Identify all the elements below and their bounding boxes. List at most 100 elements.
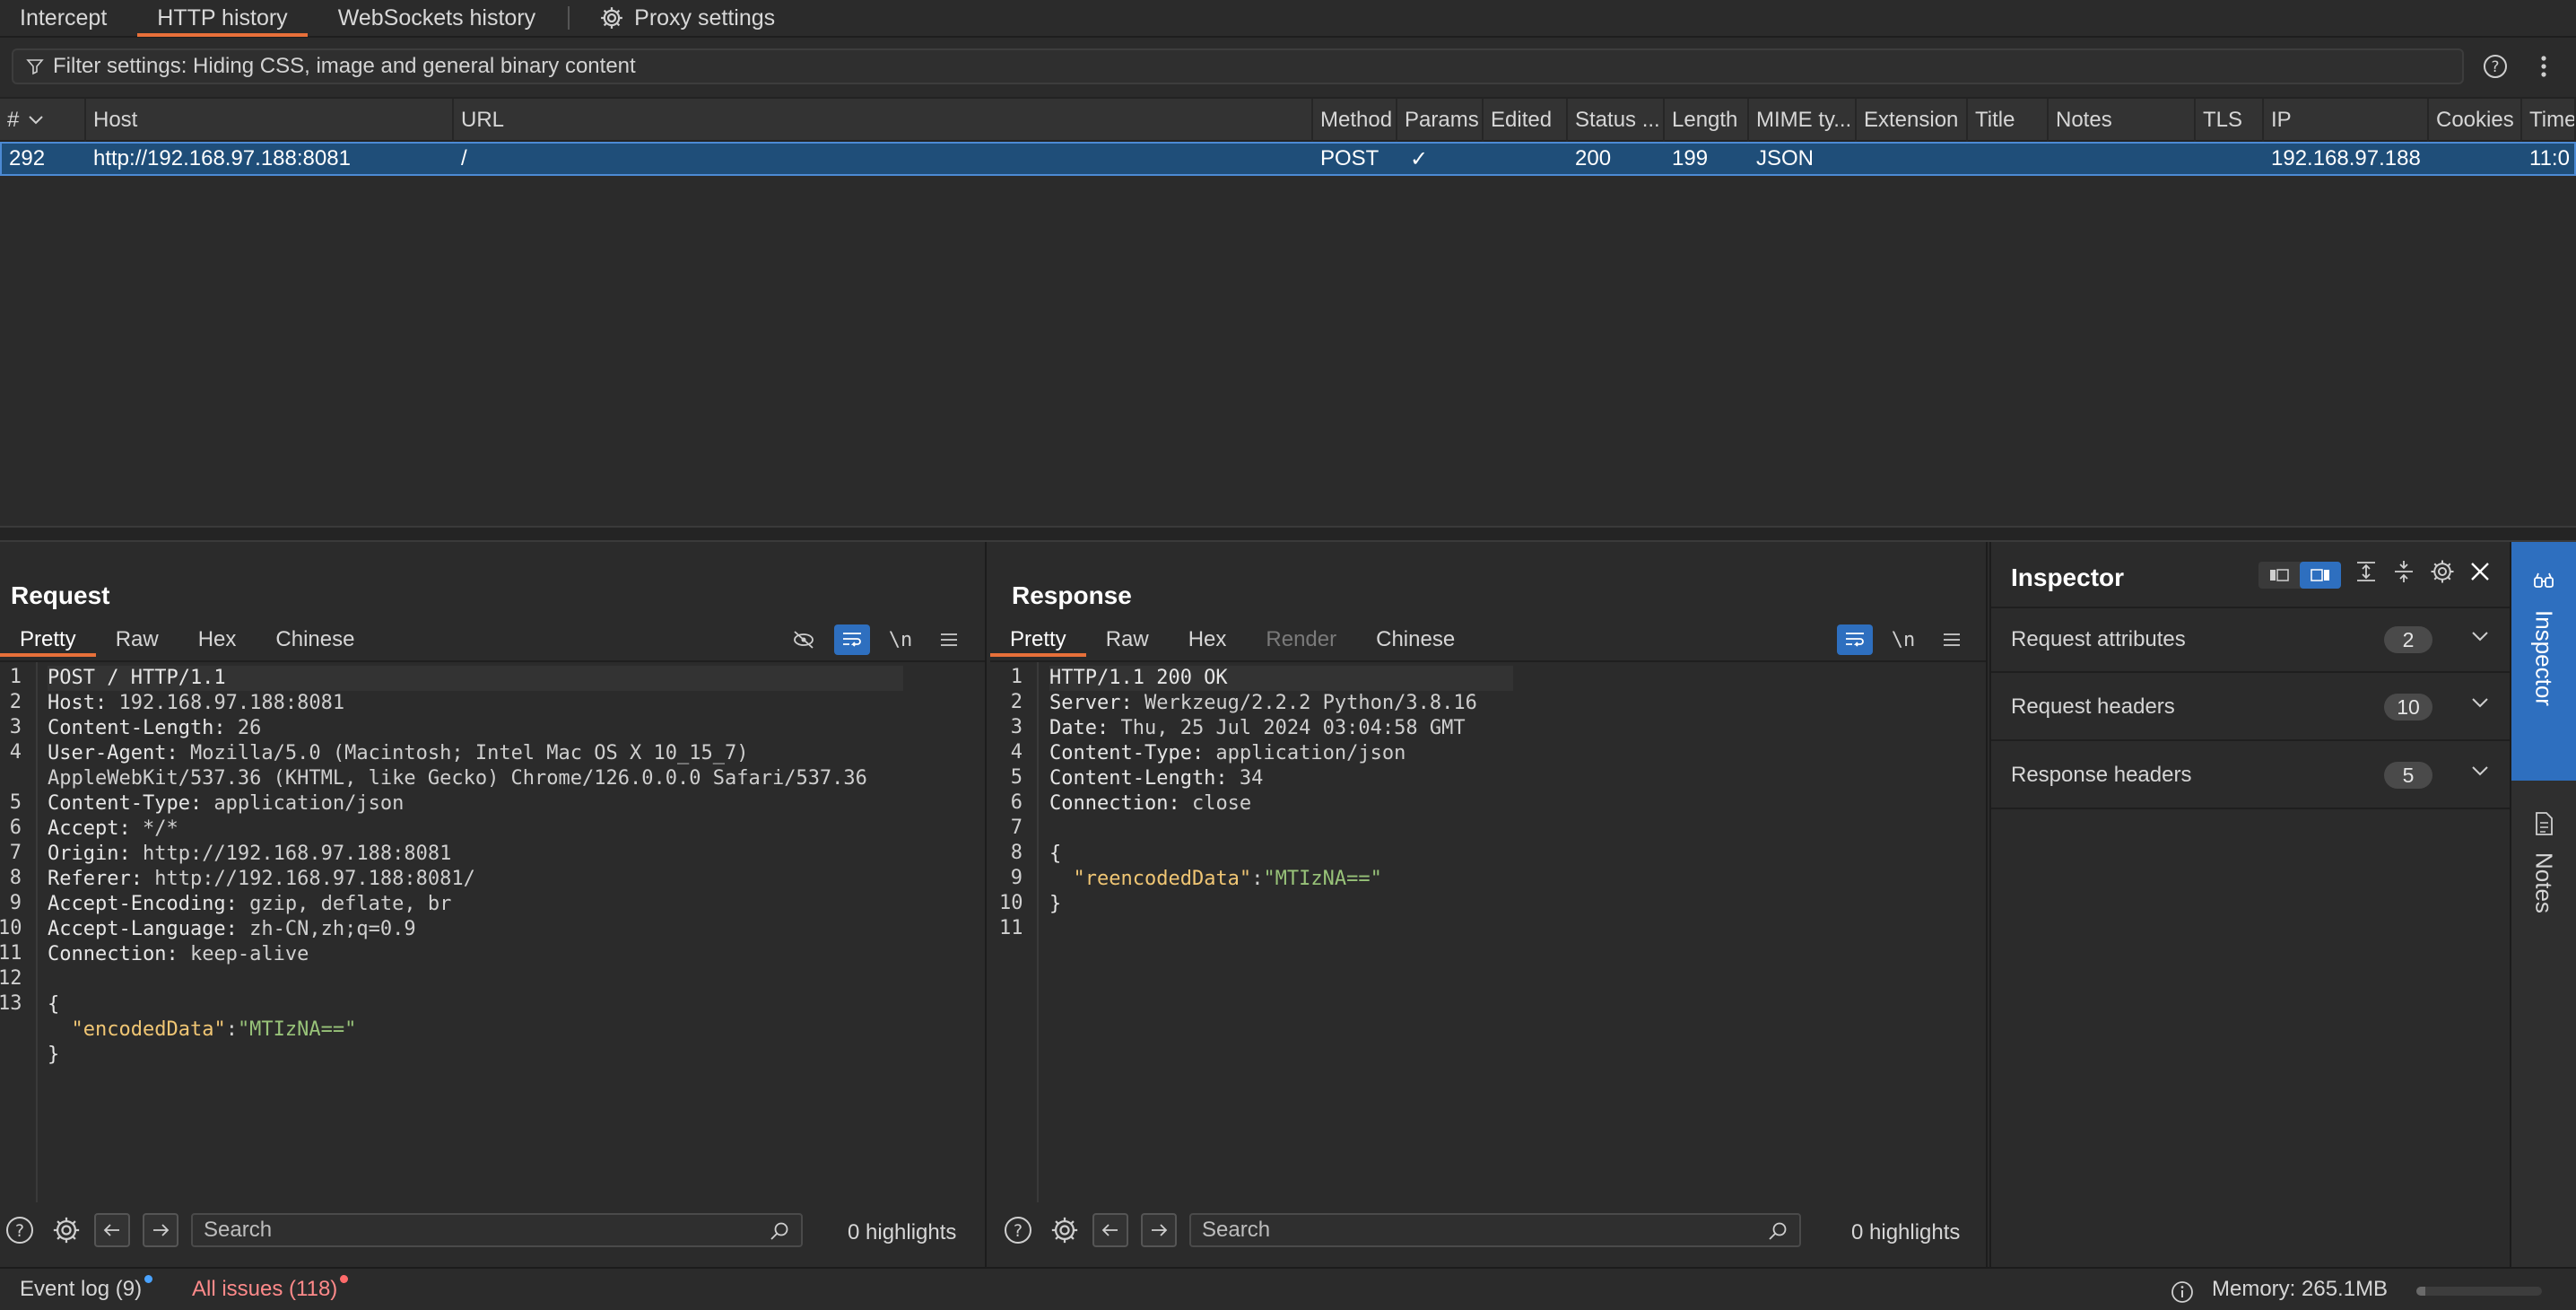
column-header-params[interactable]: Params [1397, 99, 1484, 142]
gear-icon[interactable] [49, 1213, 83, 1247]
proxy-settings-label: Proxy settings [634, 4, 776, 31]
line-number: 11 [999, 917, 1023, 939]
column-header-edited[interactable]: Edited [1484, 99, 1568, 142]
cell-length: 199 [1672, 146, 1709, 170]
help-icon[interactable]: ? [1001, 1213, 1035, 1247]
header-value: http://192.168.97.188:8081 [130, 843, 452, 865]
tab-raw[interactable]: Raw [1086, 623, 1169, 657]
tab-intercept[interactable]: Intercept [0, 0, 126, 37]
inspector-layout-left-button[interactable] [2258, 562, 2300, 589]
response-search-bar: ? Search [990, 1208, 1986, 1253]
inspector-section-request-headers[interactable]: Request headers 10 [1991, 675, 2510, 741]
header-name: User-Agent: [48, 742, 178, 764]
json-key: "reencodedData" [1073, 868, 1252, 890]
request-editor[interactable]: 1 2 3 4 5 6 7 8 9 10 11 12 13 POST / HTTP/1.1 Host: 1… [0, 660, 985, 1202]
previous-match-button[interactable] [94, 1213, 130, 1247]
column-header-status[interactable]: Status ... [1568, 99, 1665, 142]
pane-splitter[interactable] [0, 526, 2576, 542]
code-line: Host: 192.168.97.188:8081 [48, 691, 867, 716]
hide-nonprintable-icon[interactable] [786, 624, 822, 655]
header-value: zh-CN,zh;q=0.9 [237, 918, 416, 940]
header-name: Content-Length: [48, 717, 226, 739]
help-icon[interactable]: ? [3, 1213, 37, 1247]
line-number: 8 [9, 867, 22, 889]
table-row[interactable]: 292 http://192.168.97.188:8081 / POST ✓ … [0, 142, 2576, 176]
top-tab-bar: Intercept HTTP history WebSockets histor… [0, 0, 2576, 38]
gear-icon[interactable] [2429, 558, 2456, 591]
tab-divider [568, 6, 570, 30]
close-icon[interactable] [2468, 560, 2492, 590]
request-search-input[interactable]: Search [191, 1213, 803, 1247]
tab-hex[interactable]: Hex [1169, 623, 1247, 657]
header-value: application/json [202, 792, 405, 815]
line-number: 1 [1010, 666, 1023, 688]
event-log-link[interactable]: Event log (9) [20, 1275, 153, 1302]
more-options-icon[interactable] [2529, 52, 2558, 81]
column-header-number[interactable]: # [0, 99, 86, 142]
tab-render[interactable]: Render [1246, 623, 1356, 657]
column-header-url[interactable]: URL [454, 99, 1313, 142]
previous-match-button[interactable] [1092, 1213, 1128, 1247]
column-header-cookies[interactable]: Cookies [2429, 99, 2522, 142]
rail-notes-tab[interactable]: Notes [2511, 802, 2576, 982]
column-header-notes[interactable]: Notes [2049, 99, 2196, 142]
proxy-settings-button[interactable]: Proxy settings [582, 0, 795, 37]
section-count-badge: 10 [2384, 694, 2432, 720]
event-log-label: Event log (9) [20, 1277, 143, 1301]
rail-inspector-label: Inspector [2530, 610, 2558, 706]
menu-icon[interactable] [931, 624, 967, 655]
tab-chinese[interactable]: Chinese [256, 623, 374, 657]
header-name: POST / HTTP/1.1 [48, 667, 226, 689]
request-editor-tools: \n [786, 623, 967, 657]
tab-pretty[interactable]: Pretty [0, 623, 96, 657]
collapse-all-icon[interactable] [2391, 559, 2416, 590]
code-line: { [48, 992, 867, 1017]
code-line: { [1049, 842, 1477, 867]
tab-http-history[interactable]: HTTP history [137, 0, 309, 37]
menu-icon[interactable] [1934, 624, 1970, 655]
rail-inspector-tab[interactable]: Inspector [2511, 542, 2576, 781]
response-search-input[interactable]: Search [1189, 1213, 1801, 1247]
word-wrap-icon[interactable] [834, 624, 870, 655]
header-value: close [1179, 792, 1252, 815]
line-number: 7 [9, 842, 22, 864]
info-icon[interactable] [2171, 1280, 2194, 1310]
filter-settings-bar[interactable]: Filter settings: Hiding CSS, image and g… [12, 48, 2464, 84]
newline-toggle-icon[interactable]: \n [883, 624, 918, 655]
word-wrap-icon[interactable] [1837, 624, 1873, 655]
inspector-layout-right-button[interactable] [2300, 561, 2341, 589]
line-number: 3 [9, 716, 22, 738]
inspector-section-response-headers[interactable]: Response headers 5 [1991, 743, 2510, 809]
tab-websockets-history[interactable]: WebSockets history [318, 0, 555, 37]
column-header-mime-type[interactable]: MIME ty... [1749, 99, 1857, 142]
column-header-host[interactable]: Host [86, 99, 454, 142]
column-header-ip[interactable]: IP [2264, 99, 2429, 142]
column-header-extension[interactable]: Extension [1857, 99, 1968, 142]
search-placeholder: Search [1202, 1218, 1271, 1242]
tab-pretty[interactable]: Pretty [990, 623, 1086, 657]
next-match-button[interactable] [143, 1213, 178, 1247]
tab-hex[interactable]: Hex [178, 623, 257, 657]
next-match-button[interactable] [1141, 1213, 1177, 1247]
help-icon[interactable]: ? [2481, 52, 2510, 81]
response-editor[interactable]: 1 2 3 4 5 6 7 8 9 10 11 HTTP/1.1 200 OK Server: Wer… [990, 660, 1986, 1202]
tab-chinese[interactable]: Chinese [1356, 623, 1475, 657]
expand-all-icon[interactable] [2354, 559, 2379, 590]
cell-time: 11:0 [2529, 146, 2570, 170]
line-number: 11 [0, 942, 22, 965]
code-line: Date: Thu, 25 Jul 2024 03:04:58 GMT [1049, 716, 1477, 741]
column-header-length[interactable]: Length [1665, 99, 1749, 142]
column-header-time[interactable]: Time [2522, 99, 2576, 142]
newline-toggle-icon[interactable]: \n [1885, 624, 1921, 655]
tab-raw[interactable]: Raw [96, 623, 178, 657]
section-count-badge: 2 [2384, 626, 2432, 653]
column-header-tls[interactable]: TLS [2196, 99, 2264, 142]
inspector-section-request-attributes[interactable]: Request attributes 2 [1991, 607, 2510, 673]
column-header-title[interactable]: Title [1968, 99, 2049, 142]
response-editor-tools: \n [1837, 623, 1970, 657]
gear-icon[interactable] [1048, 1213, 1082, 1247]
column-header-method[interactable]: Method [1313, 99, 1397, 142]
all-issues-link[interactable]: All issues (118) [192, 1275, 349, 1302]
code-line: Content-Type: application/json [1049, 741, 1477, 766]
